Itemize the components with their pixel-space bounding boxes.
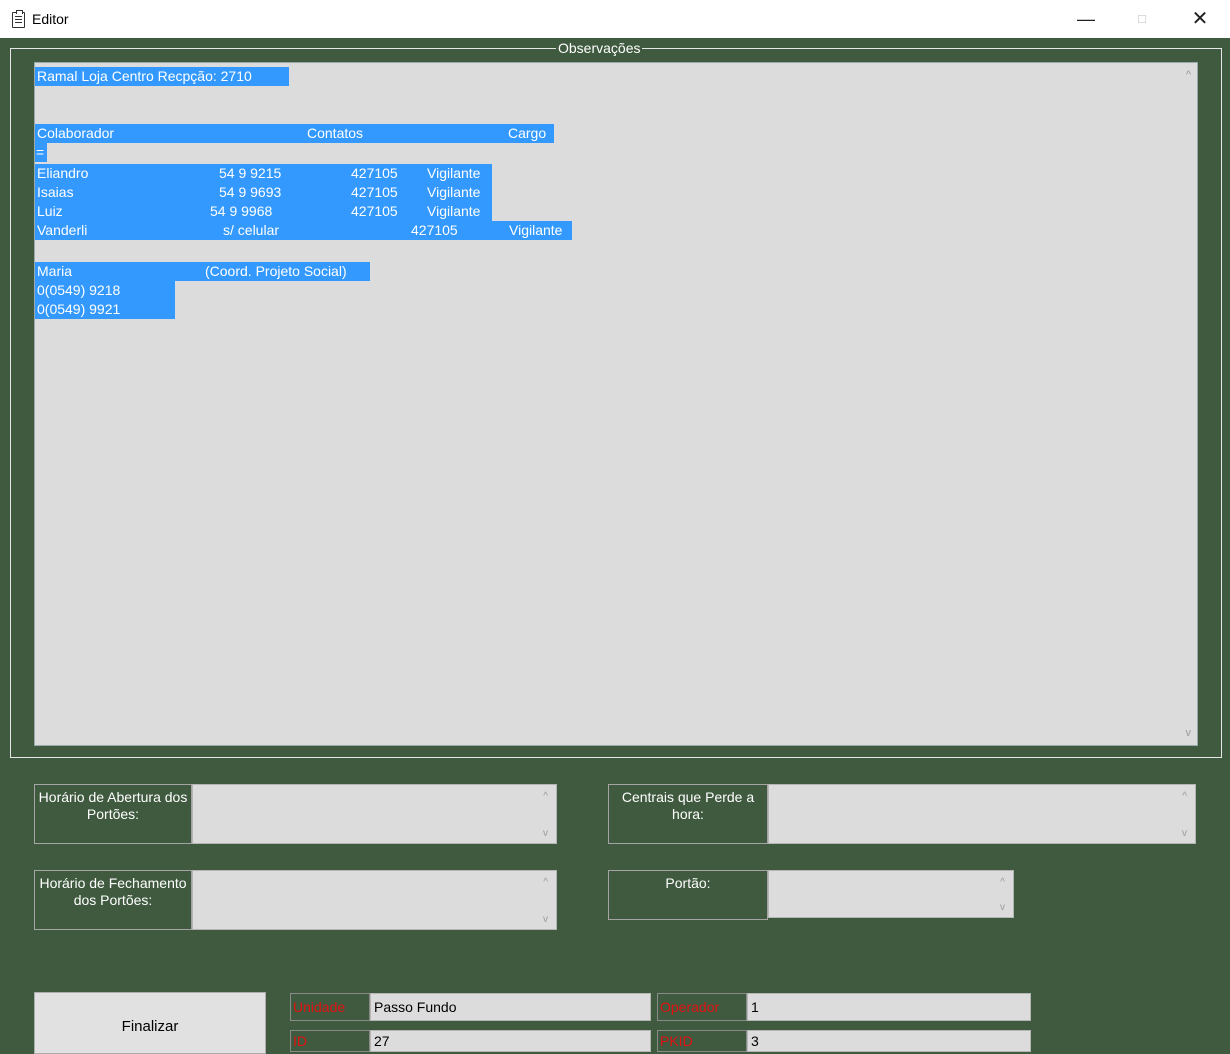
maria-line: Maria (Coord. Projeto Social) <box>35 262 370 281</box>
fechamento-input[interactable]: ^ v <box>192 870 557 930</box>
pkid-label: PKID <box>657 1030 747 1052</box>
unidade-label: Unidade <box>290 993 370 1021</box>
unidade-field: Passo Fundo <box>370 993 651 1021</box>
observacoes-legend: Observações <box>556 40 643 56</box>
scroll-up-icon[interactable]: ^ <box>1182 791 1187 802</box>
portao-label: Portão: <box>608 870 768 920</box>
observacoes-textarea[interactable]: Ramal Loja Centro Recpção: 2710 Colabora… <box>34 62 1198 746</box>
scroll-up-icon[interactable]: ^ <box>543 877 548 888</box>
scroll-down-icon[interactable]: v <box>543 828 548 839</box>
notepad-icon <box>12 10 25 28</box>
id-label: ID <box>290 1030 370 1052</box>
title-bar: Editor — □ ✕ <box>0 0 1230 38</box>
id-field: 27 <box>370 1030 651 1052</box>
finalizar-button[interactable]: Finalizar <box>34 992 266 1054</box>
scroll-down-icon[interactable]: v <box>1000 902 1005 913</box>
operador-field: 1 <box>747 993 1031 1021</box>
table-row: Isaias 54 9 9693 427105 Vigilante <box>35 183 492 202</box>
scroll-down-icon[interactable]: v <box>1186 727 1192 739</box>
table-row: Eliandro 54 9 9215 427105 Vigilante <box>35 164 492 183</box>
scroll-up-icon[interactable]: ^ <box>1000 877 1005 888</box>
minimize-button[interactable]: — <box>1064 4 1108 34</box>
centrais-label: Centrais que Perde a hora: <box>608 784 768 844</box>
separator-line: = <box>35 143 47 162</box>
fechamento-label: Horário de Fechamento dos Portões: <box>34 870 192 930</box>
portao-input[interactable]: ^ v <box>768 870 1014 918</box>
operador-label: Operador <box>657 993 747 1021</box>
scroll-down-icon[interactable]: v <box>543 914 548 925</box>
maria-phone-line: 0(0549) 9218 <box>35 281 175 300</box>
header-line: Colaborador Contatos Cargo <box>35 124 554 143</box>
maria-phone-line: 0(0549) 9921 <box>35 300 175 319</box>
close-button[interactable]: ✕ <box>1178 4 1222 34</box>
scroll-up-icon[interactable]: ^ <box>543 791 548 802</box>
scroll-up-icon[interactable]: ^ <box>1186 69 1191 81</box>
pkid-field: 3 <box>747 1030 1031 1052</box>
abertura-label: Horário de Abertura dos Portões: <box>34 784 192 844</box>
ramal-line: Ramal Loja Centro Recpção: 2710 <box>35 67 289 86</box>
table-row: Vanderli s/ celular 427105 Vigilante <box>35 221 572 240</box>
centrais-input[interactable]: ^ v <box>768 784 1196 844</box>
abertura-input[interactable]: ^ v <box>192 784 557 844</box>
window-title: Editor <box>32 11 69 27</box>
table-row: Luiz 54 9 9968 427105 Vigilante <box>35 202 492 221</box>
scroll-down-icon[interactable]: v <box>1182 828 1187 839</box>
maximize-button[interactable]: □ <box>1120 4 1164 34</box>
